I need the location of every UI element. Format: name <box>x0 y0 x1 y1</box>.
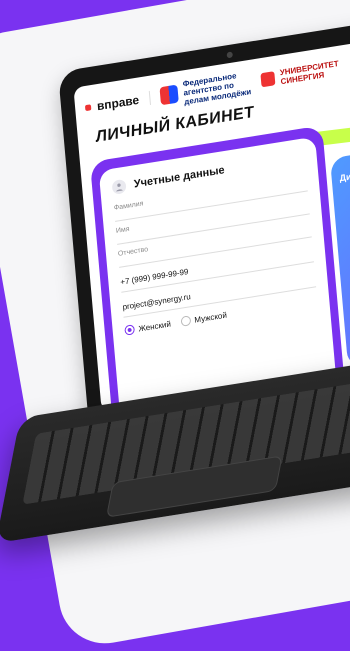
profile-panel-frame: Учетные данные Фамилия Имя Отчество +7 (… <box>89 125 346 412</box>
partner-name: Федеральное агентство по делам молодёжи <box>182 70 252 107</box>
partner-logo-icon <box>259 71 275 88</box>
partner-logo-1: Федеральное агентство по делам молодёжи <box>159 69 252 110</box>
gender-male-option[interactable]: Мужской <box>180 310 227 327</box>
user-icon-svg <box>116 183 123 192</box>
radio-label: Мужской <box>194 310 228 325</box>
side-card-text: Дикт… с 27 … <box>339 164 350 184</box>
gender-female-option[interactable]: Женский <box>124 318 172 336</box>
laptop-screen: вправе Федеральное агентство по делам мо… <box>73 40 350 412</box>
radio-label: Женский <box>138 318 172 334</box>
brand-mark-icon <box>84 104 92 112</box>
laptop-lid: вправе Федеральное агентство по делам мо… <box>58 20 350 432</box>
webcam <box>226 51 233 59</box>
user-icon <box>111 178 127 195</box>
brand-logo[interactable]: вправе <box>84 92 140 116</box>
radio-selected-icon <box>124 324 136 336</box>
radio-unselected-icon <box>180 315 191 327</box>
profile-panel: Учетные данные Фамилия Имя Отчество +7 (… <box>98 136 337 412</box>
partner-logo-2: УНИВЕРСИТЕТ СИНЕРГИЯ <box>259 58 348 90</box>
partner-name: УНИВЕРСИТЕТ СИНЕРГИЯ <box>279 59 339 87</box>
panel-title: Учетные данные <box>133 164 226 191</box>
laptop: вправе Федеральное агентство по делам мо… <box>0 0 350 588</box>
brand-name: вправе <box>96 92 140 114</box>
partner-emblem-icon <box>159 84 179 106</box>
header-divider <box>148 90 151 106</box>
